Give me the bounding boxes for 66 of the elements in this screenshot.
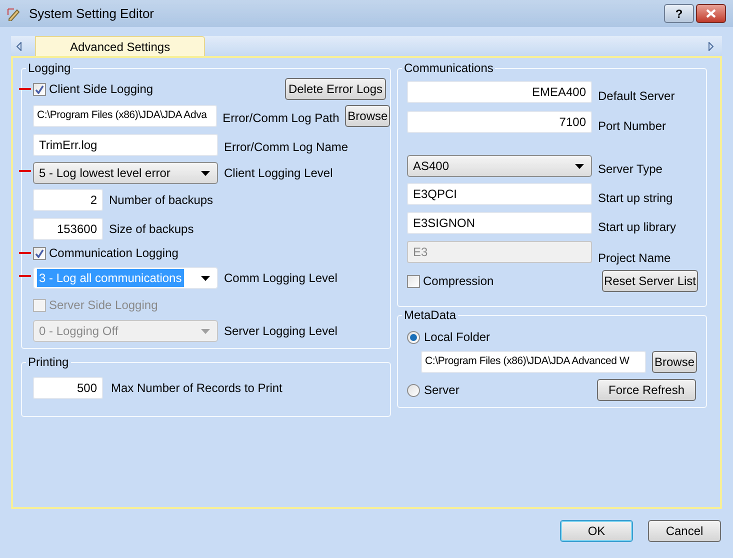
checkbox-label: Communication Logging [49, 245, 178, 262]
checkbox[interactable] [33, 82, 46, 96]
tab[interactable]: Advanced Settings [35, 36, 206, 56]
scroll-left-icon[interactable] [16, 42, 22, 51]
field-label: Default Server [598, 89, 675, 103]
field-label: Error/Comm Log Name [224, 138, 348, 156]
field-label: Comm Logging Level [224, 270, 338, 287]
text-field[interactable]: 2 [33, 189, 103, 211]
caret-icon [201, 276, 210, 280]
field-label: Start up library [598, 220, 676, 234]
window-title: System Setting Editor [29, 4, 154, 23]
checkbox-label: Client Side Logging [49, 81, 154, 98]
checkbox-label: Compression [423, 273, 494, 290]
close-icon [706, 9, 716, 18]
marker-line [19, 88, 31, 90]
text-field[interactable]: 500 [33, 377, 103, 399]
button[interactable]: OK [560, 520, 633, 542]
text-field[interactable]: E3QPCI [407, 183, 592, 205]
radio-label: Local Folder [424, 329, 490, 346]
button[interactable]: Force Refresh [597, 379, 696, 401]
group-title: Communications [402, 61, 496, 75]
checkbox[interactable] [33, 246, 46, 260]
field-label: Port Number [598, 119, 666, 133]
radio-button[interactable] [407, 330, 420, 344]
text-field[interactable]: TrimErr.log [33, 134, 218, 156]
field-label: Start up string [598, 191, 673, 205]
group-title: Printing [26, 355, 71, 369]
group-title: Logging [26, 61, 73, 75]
marker-line [19, 170, 31, 172]
marker-line [19, 252, 31, 254]
dropdown[interactable]: 5 - Log lowest level error [33, 162, 218, 184]
text-field[interactable]: 7100 [407, 111, 592, 133]
close-button[interactable] [696, 4, 726, 23]
caret-icon [575, 164, 584, 168]
field-label: Server Type [598, 162, 662, 176]
text-field[interactable]: C:\Program Files (x86)\JDA\JDA Adva [33, 105, 217, 127]
field-label: Error/Comm Log Path [222, 110, 340, 126]
checkbox[interactable] [407, 274, 420, 288]
button[interactable]: Browse [345, 105, 390, 127]
checkbox-label: Server Side Logging [49, 297, 158, 314]
field-label: Size of backups [109, 221, 194, 238]
text-field[interactable]: C:\Program Files (x86)\JDA\JDA Advanced W [421, 351, 646, 373]
field-label: Number of backups [109, 192, 214, 209]
radio-button[interactable] [407, 384, 420, 396]
text-field[interactable]: EMEA400 [407, 81, 592, 103]
field-label: Project Name [598, 251, 671, 265]
checkmark-icon [35, 84, 44, 94]
radio-label: Server [424, 382, 460, 399]
checkmark-icon [35, 248, 44, 258]
button[interactable]: Browse [652, 351, 697, 373]
field-label: Server Logging Level [224, 323, 338, 340]
pencil-icon [7, 6, 21, 20]
help-button[interactable]: ? [664, 4, 694, 23]
button[interactable]: Reset Server List [602, 270, 698, 292]
button[interactable]: Delete Error Logs [285, 78, 386, 100]
field-label: Max Number of Records to Print [111, 380, 282, 397]
scroll-right-icon[interactable] [708, 42, 714, 51]
caret-icon [201, 328, 210, 334]
text-field[interactable]: 153600 [33, 218, 103, 240]
marker-line [19, 275, 31, 277]
button[interactable]: Cancel [648, 520, 721, 542]
group-title: MetaData [402, 308, 458, 322]
caret-icon [201, 170, 210, 176]
dropdown[interactable]: AS400 [407, 155, 592, 177]
text-field[interactable]: E3SIGNON [407, 212, 592, 234]
field-label: Client Logging Level [224, 165, 333, 182]
